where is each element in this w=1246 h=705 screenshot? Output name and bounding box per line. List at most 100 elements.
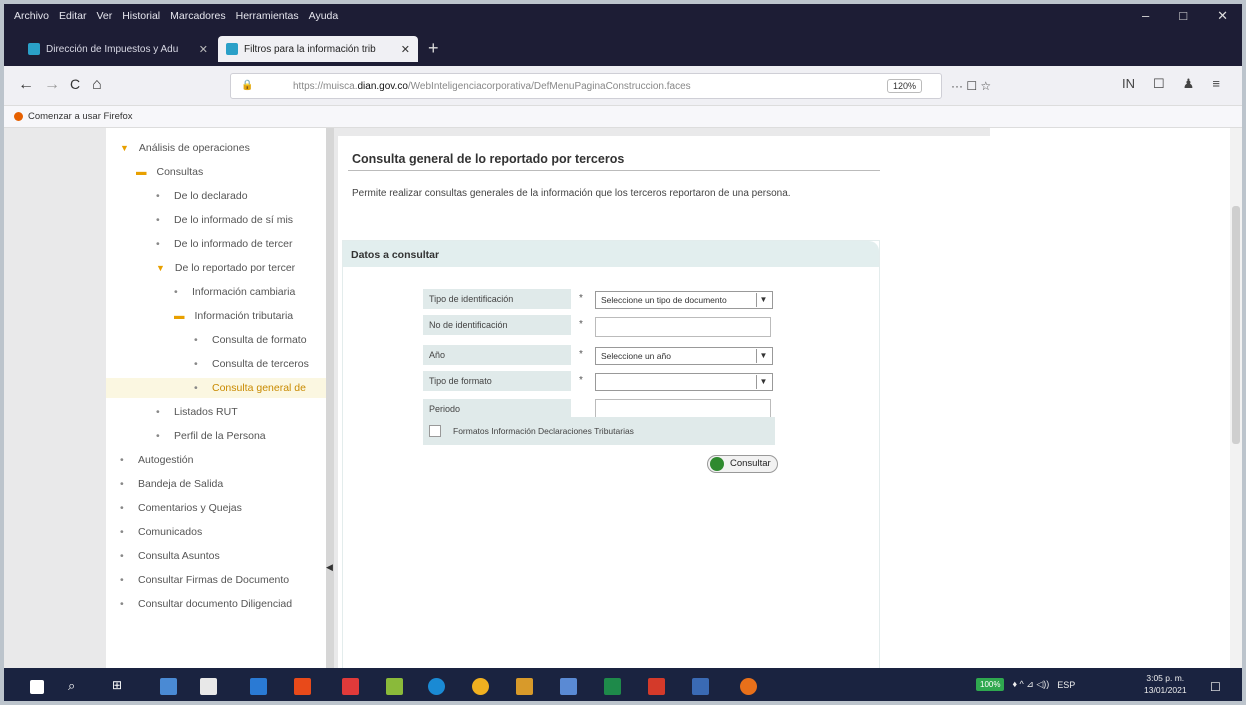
page-description: Permite realizar consultas generales de …	[352, 188, 791, 199]
close-button[interactable]: ✕	[1217, 8, 1228, 24]
sidebar-item[interactable]: • De lo informado de tercer	[156, 234, 292, 254]
sidebar-item[interactable]: • Consulta Asuntos	[120, 546, 220, 566]
hamburger-menu-icon[interactable]: ≡	[1212, 76, 1220, 92]
app-icon[interactable]	[386, 678, 403, 695]
mail-icon[interactable]	[692, 678, 709, 695]
edge-icon[interactable]	[428, 678, 445, 695]
zoom-indicator[interactable]: 120%	[887, 79, 923, 93]
sidebar-item-label: Información cambiaria	[192, 286, 296, 298]
menu-item-6[interactable]: Ayuda	[309, 10, 339, 22]
sidebar-splitter[interactable]: ◀	[326, 128, 334, 668]
forward-button[interactable]: →	[44, 76, 60, 94]
library-icon[interactable]: IN	[1122, 76, 1135, 92]
bookmark-getting-started[interactable]: Comenzar a usar Firefox	[14, 111, 133, 122]
address-bar[interactable]: 🔒 https://muisca.dian.gov.co/WebIntelige…	[230, 73, 991, 99]
periodo-input[interactable]	[595, 399, 771, 419]
menu-item-4[interactable]: Marcadores	[170, 10, 225, 22]
tab-dian[interactable]: Dirección de Impuestos y Adu ✕	[20, 36, 216, 62]
ano-select[interactable]: Seleccione un año ▼	[595, 347, 773, 365]
app-icon[interactable]	[160, 678, 177, 695]
app-icon[interactable]	[560, 678, 577, 695]
bullet-icon: •	[120, 478, 124, 490]
bullet-icon: •	[120, 574, 124, 586]
sidebar-item-label: De lo reportado por tercer	[174, 262, 296, 274]
sidebar-item[interactable]: ▼ De lo reportado por tercer	[156, 258, 295, 278]
sidebar-icon[interactable]: ☐	[1153, 76, 1165, 92]
back-button[interactable]: ←	[18, 76, 34, 94]
tab-filtros[interactable]: Filtros para la información trib ✕	[218, 36, 418, 62]
bullet-icon: •	[194, 358, 198, 370]
sidebar-item[interactable]: • Perfil de la Persona	[156, 426, 266, 446]
tipo-formato-select[interactable]: ▼	[595, 373, 773, 391]
menu-item-5[interactable]: Herramientas	[236, 10, 299, 22]
sidebar-item[interactable]: • Autogestión	[120, 450, 193, 470]
app-icon[interactable]	[516, 678, 533, 695]
app-icon[interactable]	[250, 678, 267, 695]
clock[interactable]: 3:05 p. m. 13/01/2021	[1144, 672, 1187, 696]
sidebar-item[interactable]: ▼ Análisis de operaciones	[120, 138, 250, 158]
tipo-identificacion-select[interactable]: Seleccione un tipo de documento ▼	[595, 291, 773, 309]
sidebar-item[interactable]: • Comentarios y Quejas	[120, 498, 242, 518]
checkbox-label: Formatos Información Declaraciones Tribu…	[453, 426, 634, 436]
sidebar-item[interactable]: • Consulta general de	[106, 378, 326, 398]
chrome-icon[interactable]	[472, 678, 489, 695]
sidebar-item[interactable]: • Comunicados	[120, 522, 202, 542]
sidebar-item[interactable]: • Bandeja de Salida	[120, 474, 223, 494]
site-favicon-icon	[226, 43, 238, 55]
excel-icon[interactable]	[604, 678, 621, 695]
chevron-down-icon[interactable]: ▼	[756, 349, 770, 363]
maximize-button[interactable]: □	[1179, 8, 1187, 24]
minimize-button[interactable]: –	[1142, 8, 1149, 24]
expand-triangle-icon: ▼	[120, 143, 129, 153]
sidebar-item[interactable]: • Consulta de terceros	[194, 354, 309, 374]
app-icon[interactable]	[342, 678, 359, 695]
notification-icon[interactable]: ☐	[1210, 680, 1221, 694]
vertical-scrollbar[interactable]	[1230, 128, 1242, 668]
sidebar-item[interactable]: • Información cambiaria	[174, 282, 295, 302]
menu-item-0[interactable]: Archivo	[14, 10, 49, 22]
query-panel: Datos a consultar Tipo de identificación…	[342, 240, 880, 670]
page-actions[interactable]: ··· ☐ ☆	[951, 79, 991, 93]
no-identificacion-input[interactable]	[595, 317, 771, 337]
battery-indicator[interactable]: 100%	[976, 678, 1005, 691]
reload-button[interactable]: C	[70, 76, 80, 92]
formatos-checkbox[interactable]	[429, 425, 441, 437]
sidebar-item[interactable]: ▬ Consultas	[136, 162, 203, 182]
tray-icons[interactable]: ♦ ^ ⊿ ◁))	[1012, 679, 1049, 690]
task-view-icon[interactable]: ⊞	[112, 678, 129, 695]
tab-close-icon[interactable]: ✕	[199, 43, 208, 56]
office-icon[interactable]	[294, 678, 311, 695]
sidebar-item-label: Perfil de la Persona	[174, 430, 266, 442]
store-icon[interactable]	[200, 678, 217, 695]
chevron-down-icon[interactable]: ▼	[756, 293, 770, 307]
scrollbar-thumb[interactable]	[1232, 206, 1240, 444]
sidebar-item[interactable]: • Consultar Firmas de Documento	[120, 570, 289, 590]
sidebar-item[interactable]: • De lo informado de sí mis	[156, 210, 293, 230]
sidebar-item[interactable]: • Consulta de formato	[194, 330, 307, 350]
sidebar-item-label: Consulta de terceros	[212, 358, 309, 370]
search-icon[interactable]: ⌕	[68, 678, 85, 695]
required-mark: *	[579, 375, 583, 386]
home-button[interactable]: ⌂	[92, 76, 102, 94]
language-indicator[interactable]: ESP	[1057, 680, 1075, 690]
menu-item-2[interactable]: Ver	[96, 10, 112, 22]
sidebar-item-label: Consulta Asuntos	[138, 550, 220, 562]
sidebar-item[interactable]: • Listados RUT	[156, 402, 238, 422]
app-icon[interactable]	[648, 678, 665, 695]
menu-item-3[interactable]: Historial	[122, 10, 160, 22]
bullet-icon: •	[194, 334, 198, 346]
sidebar-item[interactable]: • De lo declarado	[156, 186, 248, 206]
tab-close-icon[interactable]: ✕	[401, 43, 410, 56]
firefox-icon[interactable]	[740, 678, 757, 695]
collapse-arrow-icon[interactable]: ◀	[326, 562, 333, 573]
chevron-down-icon[interactable]: ▼	[756, 375, 770, 389]
menu-item-1[interactable]: Editar	[59, 10, 86, 22]
windows-start-icon[interactable]	[30, 680, 44, 694]
account-icon[interactable]: ♟	[1183, 76, 1195, 92]
field-label-no-identificacion: No de identificación	[423, 315, 571, 335]
right-pane	[990, 128, 1146, 668]
sidebar-item[interactable]: ▬ Información tributaria	[174, 306, 293, 326]
new-tab-button[interactable]: +	[428, 38, 439, 59]
consultar-button[interactable]: Consultar	[707, 455, 778, 473]
sidebar-item[interactable]: • Consultar documento Diligenciad	[120, 594, 292, 614]
